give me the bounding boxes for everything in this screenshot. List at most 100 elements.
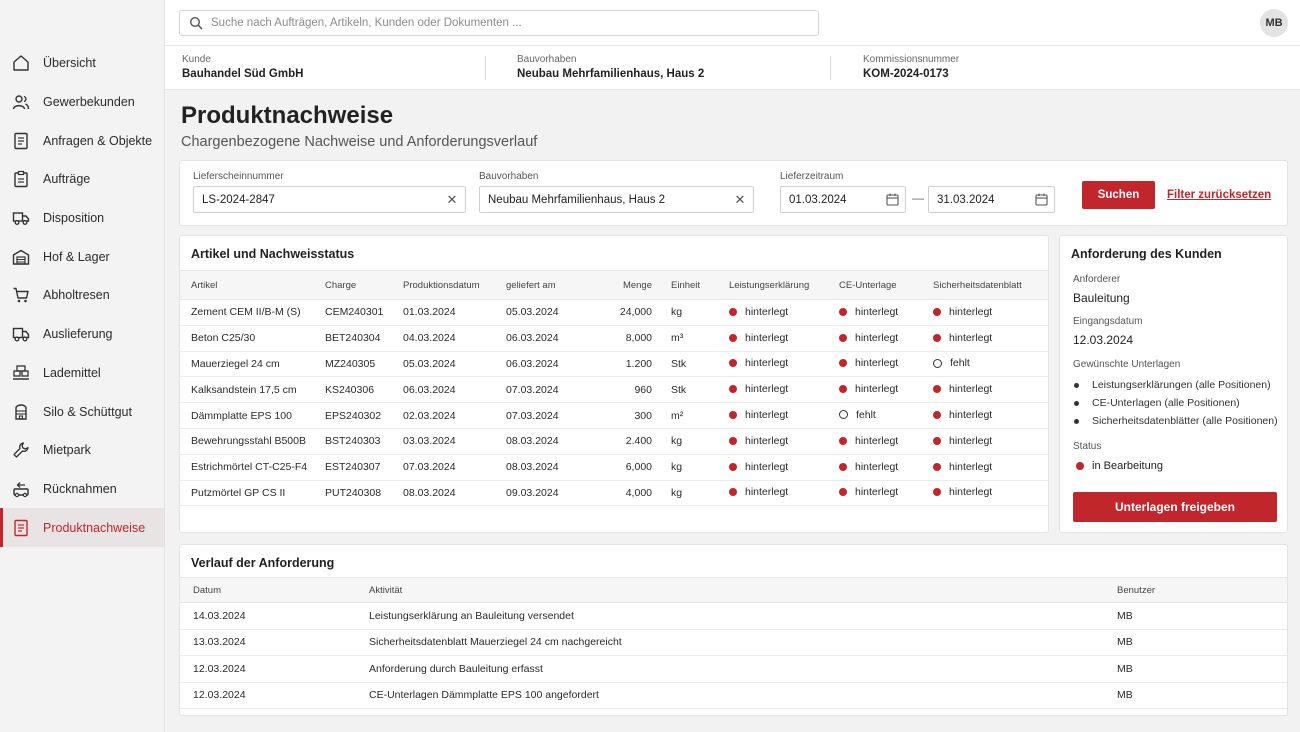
user-avatar[interactable]: MB: [1260, 9, 1288, 37]
column-header[interactable]: CE-Unterlage: [828, 270, 922, 300]
column-header[interactable]: Produktionsdatum: [392, 270, 495, 300]
status-filled-dot-icon: [933, 488, 941, 497]
global-search[interactable]: [179, 10, 819, 36]
delivery-note-field[interactable]: LS-2024-2847 ✕: [193, 186, 466, 213]
table-row[interactable]: 12.03.2024 Anforderung durch Bauleitung e…: [180, 655, 1287, 683]
sidebar-item[interactable]: Anfragen & Objekte: [0, 121, 164, 160]
status-text: hinterlegt: [745, 409, 789, 422]
articles-table: Artikel Charge Produktionsdatum geliefer…: [180, 270, 1048, 507]
status-text: hinterlegt: [949, 383, 993, 396]
table-row[interactable]: 12.03.2024 CE-Unterlagen Dämmplatte EPS 1…: [180, 682, 1287, 709]
sidebar-item[interactable]: Übersicht: [0, 44, 164, 83]
calendar-icon[interactable]: [879, 193, 905, 206]
history-title: Verlauf der Anforderung: [191, 556, 335, 570]
project-filter-field[interactable]: Neubau Mehrfamilienhaus, Haus 2 ✕: [479, 186, 754, 213]
table-cell: hinterlegt: [922, 454, 1048, 481]
table-cell: 03.03.2024: [392, 428, 495, 455]
table-row[interactable]: Estrichmörtel CT-C25-F4 EST240307 07.03.20…: [180, 454, 1048, 481]
table-cell: PUT240308: [314, 480, 392, 507]
received-date-value: 12.03.2024: [1073, 333, 1134, 347]
table-row[interactable]: Mauerziegel 24 cm MZ240305 05.03.2024 06.03…: [180, 351, 1048, 378]
table-row[interactable]: Bewehrungsstahl B500B BST240303 03.03.2024…: [180, 428, 1048, 455]
column-header[interactable]: Menge: [590, 270, 660, 300]
table-cell: Beton C25/30: [180, 325, 314, 352]
reset-filter-link[interactable]: Filter zurücksetzen: [1167, 189, 1271, 201]
sidebar-item[interactable]: Rücknahmen: [0, 470, 164, 509]
status-filled-dot-icon: [839, 436, 847, 445]
status-filled-dot-icon: [933, 462, 941, 471]
status-text: hinterlegt: [855, 434, 899, 447]
table-cell: 1.200: [590, 351, 660, 378]
column-header[interactable]: geliefert am: [495, 270, 590, 300]
status-filled-dot-icon: [729, 488, 737, 497]
sidebar-item[interactable]: Disposition: [0, 199, 164, 238]
clear-icon[interactable]: ✕: [439, 192, 465, 208]
document-status: hinterlegt: [933, 409, 992, 421]
requested-documents-label: Gewünschte Unterlagen: [1073, 359, 1181, 370]
status-text: hinterlegt: [855, 305, 899, 318]
calendar-icon[interactable]: [1028, 193, 1054, 206]
table-row[interactable]: Kalksandstein 17,5 cm KS240306 06.03.2024 0…: [180, 376, 1048, 404]
table-row[interactable]: 14.03.2024 Leistungserklärung an Bauleitu…: [180, 602, 1287, 630]
table-row[interactable]: Dämmplatte EPS 100 EPS240302 02.03.2024 07.…: [180, 402, 1048, 429]
table-cell: hinterlegt: [828, 351, 922, 378]
table-row[interactable]: Beton C25/30 BET240304 04.03.2024 06.03.202…: [180, 325, 1048, 352]
table-cell: fehlt: [828, 402, 922, 429]
articles-title: Artikel und Nachweisstatus: [191, 247, 355, 261]
customer-value: Bauhandel Süd GmbH: [182, 68, 304, 80]
search-input[interactable]: [211, 17, 801, 29]
sidebar-item[interactable]: Mietpark: [0, 431, 164, 470]
project-value: Neubau Mehrfamilienhaus, Haus 2: [517, 68, 705, 80]
sidebar-item[interactable]: Aufträge: [0, 160, 164, 199]
status-text: fehlt: [950, 357, 970, 370]
column-header[interactable]: Leistungserklärung: [718, 270, 828, 300]
column-header[interactable]: Datum: [180, 577, 356, 603]
table-cell: hinterlegt: [922, 376, 1048, 404]
clear-icon[interactable]: ✕: [727, 192, 753, 208]
status-filled-dot-icon: [933, 385, 941, 394]
table-row[interactable]: Putzmörtel GP CS II PUT240308 08.03.2024 09…: [180, 480, 1048, 507]
sidebar-item[interactable]: Lademittel: [0, 354, 164, 393]
document-status: hinterlegt: [839, 461, 898, 473]
table-cell: Stk: [660, 376, 718, 404]
project-label: Bauvorhaben: [517, 54, 577, 65]
column-header[interactable]: Charge: [314, 270, 392, 300]
document-status: hinterlegt: [729, 461, 788, 473]
column-header[interactable]: Artikel: [180, 270, 314, 300]
search-icon: [189, 16, 203, 30]
silo-icon: [12, 403, 30, 421]
document-status: hinterlegt: [839, 486, 898, 498]
release-documents-button[interactable]: Unterlagen freigeben: [1073, 492, 1277, 522]
document-status: hinterlegt: [933, 486, 992, 498]
date-from-field[interactable]: 01.03.2024: [780, 186, 906, 213]
sidebar-item[interactable]: Silo & Schüttgut: [0, 392, 164, 431]
articles-panel: Artikel und Nachweisstatus Artikel Charg…: [179, 235, 1049, 533]
table-row[interactable]: 13.03.2024 Sicherheitsdatenblatt Mauerzie…: [180, 629, 1287, 656]
requested-documents-list: Leistungserklärungen (alle Positionen) C…: [1074, 376, 1278, 430]
sidebar-item[interactable]: Gewerbekunden: [0, 83, 164, 122]
table-row[interactable]: Zement CEM II/B-M (S) CEM240301 01.03.2024…: [180, 299, 1048, 326]
sidebar-item[interactable]: Abholtresen: [0, 276, 164, 315]
list-item: CE-Unterlagen (alle Positionen): [1074, 394, 1278, 412]
document-status: hinterlegt: [839, 332, 898, 344]
sidebar-item-label: Auslieferung: [43, 327, 113, 342]
table-cell: m³: [660, 325, 718, 352]
column-header[interactable]: Benutzer: [1104, 577, 1287, 603]
date-to-field[interactable]: 31.03.2024: [928, 186, 1055, 213]
document-status: hinterlegt: [729, 435, 788, 447]
requester-value: Bauleitung: [1073, 291, 1130, 305]
table-cell: MB: [1104, 602, 1287, 630]
sidebar-item[interactable]: Auslieferung: [0, 315, 164, 354]
table-cell: BST240303: [314, 428, 392, 455]
status-filled-dot-icon: [839, 462, 847, 471]
sidebar-item[interactable]: Hof & Lager: [0, 237, 164, 276]
status-text: fehlt: [856, 408, 876, 421]
customer-label: Kunde: [182, 54, 211, 65]
column-header[interactable]: Einheit: [660, 270, 718, 300]
table-cell: hinterlegt: [718, 351, 828, 378]
status-text: hinterlegt: [855, 331, 899, 344]
column-header[interactable]: Aktivität: [356, 577, 1104, 603]
sidebar-item[interactable]: Produktnachweise: [0, 508, 164, 547]
search-button[interactable]: Suchen: [1082, 181, 1155, 209]
column-header[interactable]: Sicherheitsdatenblatt: [922, 270, 1048, 300]
